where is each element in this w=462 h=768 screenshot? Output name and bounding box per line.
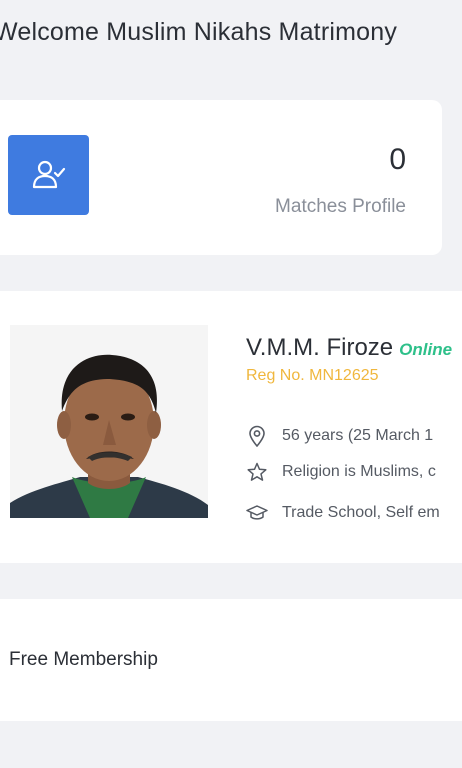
star-icon [246, 461, 268, 483]
membership-card[interactable]: Free Membership [0, 599, 462, 721]
education-detail: Trade School, Self em [246, 502, 440, 524]
matches-count: 0 [389, 143, 406, 176]
page-title: Welcome Muslim Nikahs Matrimony [0, 18, 398, 46]
age-detail: 56 years (25 March 1 [246, 425, 433, 447]
profile-photo[interactable] [10, 325, 208, 518]
profile-name-line: V.M.M. Firoze Online [246, 334, 452, 362]
reg-number: Reg No. MN12625 [246, 367, 379, 384]
map-pin-icon [246, 425, 268, 447]
profile-name[interactable]: V.M.M. Firoze [246, 334, 393, 361]
age-text: 56 years (25 March 1 [282, 427, 434, 444]
profile-card[interactable]: V.M.M. Firoze Online Reg No. MN12625 56 y… [0, 291, 462, 563]
user-check-icon [8, 135, 89, 215]
matches-label: Matches Profile [275, 196, 406, 217]
religion-detail: Religion is Muslims, c [246, 461, 436, 483]
religion-text: Religion is Muslims, c [282, 463, 436, 480]
graduation-cap-icon [246, 502, 268, 524]
online-status: Online [399, 340, 453, 359]
membership-label: Free Membership [9, 649, 158, 670]
matches-stat-card[interactable]: 0 Matches Profile [0, 100, 442, 255]
education-text: Trade School, Self em [282, 504, 440, 521]
